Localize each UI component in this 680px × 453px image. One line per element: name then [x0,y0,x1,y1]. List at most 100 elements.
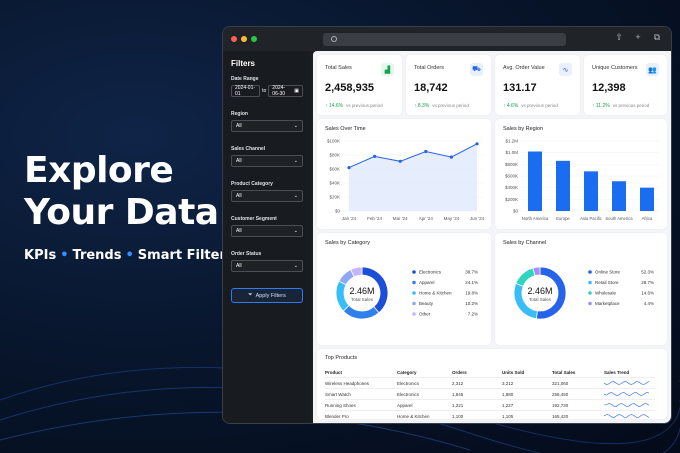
sparkline-path [604,403,650,407]
sales-by-category-card: Sales by Category 2.46M Total Sales Electr… [317,233,491,345]
order-status-value: All [236,263,242,269]
sparkline-path [604,381,650,385]
table-cell: Running Shoes [325,402,356,408]
users-icon: 👥 [646,63,659,76]
product-category-label: Product Category [231,181,273,187]
minimize-button[interactable] [241,36,247,42]
legend-value: 10.2% [465,301,478,306]
customer-segment-value: All [236,228,242,234]
legend-value: 38.7% [465,270,478,275]
date-end-input[interactable]: 2024-06-30 ▣ [268,85,303,97]
kpi-change-value: 14.6% [328,103,344,109]
filters-sidebar: Filters Date Range 2024-01-01 to 2024-06… [223,51,311,423]
kpi-title: Total Orders [414,65,444,71]
region-label: Region [231,111,248,117]
table-row[interactable]: Smart Watch Electronics 1,845 1,880 258,450 [325,389,655,400]
sales-by-channel-card: Sales by Channel 2.46M Total Sales Online … [495,233,667,345]
region-select[interactable]: All ⌄ [231,120,303,132]
column-header[interactable]: Category [397,370,452,375]
table-cell: 1,880 [502,391,514,397]
close-button[interactable] [231,36,237,42]
table-cell: 321,060 [552,380,569,386]
kpi-change-value: 11.2% [595,103,610,109]
y-tick-label: $1.0M [505,150,518,155]
table-row[interactable]: Blender Pro Home & Kitchen 1,100 1,105 165,4… [325,411,655,422]
cart-icon: ⛟ [470,63,483,76]
y-tick-label: $80K [329,153,340,158]
legend-swatch [588,280,592,285]
kpi-value: 131.17 [503,82,537,94]
table-cell: 1,845 [452,391,464,397]
hero-tag: Trends [72,248,122,263]
date-to-label: to [262,88,267,94]
table-row[interactable]: Skincare SetBeauty96596598,765 [325,422,655,423]
x-tick-label: Asia Pacific [580,216,602,221]
legend-label: Other [419,312,431,317]
table-cell: Electronics [397,391,420,397]
share-icon[interactable]: ⇧ [615,33,623,42]
table-cell: 1,105 [502,413,514,419]
kpi-value: 18,742 [414,82,448,94]
date-start-input[interactable]: 2024-01-01 [231,85,261,97]
column-header[interactable]: Orders [452,370,502,375]
legend-label: Beauty [419,301,434,306]
filters-title: Filters [231,59,256,68]
bar [584,171,598,211]
data-point [449,155,453,159]
y-tick-label: $20K [329,195,340,200]
table-cell: 165,420 [552,413,569,419]
kpi-title: Avg. Order Value [503,65,545,71]
apply-filters-button[interactable]: ⏷ Apply Filters [231,288,303,303]
address-bar[interactable] [323,33,566,46]
table-row[interactable]: Wireless Headphones Electronics 2,312 3,212… [325,378,655,389]
tabs-overview-icon[interactable]: ⧉ [653,33,661,42]
legend-label: Home & Kitchen [419,291,452,296]
column-header[interactable]: Sales Trend [604,370,654,375]
hero-tag: Smart Filters [137,248,234,263]
y-tick-label: $1.2M [505,139,518,144]
maximize-button[interactable] [251,36,257,42]
kpi-change: ↑ 14.6% vs previous period [325,103,383,109]
order-status-select[interactable]: All ⌄ [231,260,303,272]
browser-window: ⇧ + ⧉ Filters Date Range 2024-01-01 to 2… [222,26,672,424]
sales-over-time-card: Sales Over Time $0 $20K $40K $60K $80K $100K J… [317,119,491,229]
hero-tag: KPIs [24,248,57,263]
y-tick-label: $600K [505,174,518,179]
column-header[interactable]: Units Sold [502,370,552,375]
product-category-select[interactable]: All ⌄ [231,190,303,202]
table-cell: Wireless Headphones [325,380,370,386]
table-cell: Smart Watch [325,391,351,397]
table-cell: Electronics [397,380,420,386]
sales-channel-select[interactable]: All ⌄ [231,155,303,167]
column-header[interactable]: Product [325,370,397,375]
new-tab-icon[interactable]: + [634,33,642,42]
chevron-down-icon: ⌄ [293,158,298,164]
chevron-down-icon: ⌄ [293,263,298,269]
hero-tags: KPIs • Trends • Smart Filters [24,248,234,263]
donut-center-value: 2.46M [527,286,552,296]
sparkline-path [604,392,650,396]
legend-value: 7.2% [468,312,478,317]
x-tick-label: Europe [556,216,570,221]
bar [612,181,626,211]
chart-up-icon: ▟ [381,63,394,76]
data-point [347,166,351,170]
kpi-change-value: 8.3% [417,103,430,109]
kpi-change: ↑ 4.6% vs previous period [503,103,558,109]
kpi-card-total-orders: Total Orders 18,742 ↑ 8.3% vs previous pe… [406,55,491,115]
customer-segment-select[interactable]: All ⌄ [231,225,303,237]
column-header[interactable]: Total Sales [552,370,604,375]
data-point [398,159,402,163]
x-tick-label: Apr '24 [419,216,434,221]
legend-swatch [412,280,416,285]
legend-value: 28.7% [641,280,654,285]
table-cell: 1,221 [452,402,464,408]
sales-over-time-chart: $0 $20K $40K $60K $80K $100K Jan '24 Feb '24 Mar… [327,139,485,222]
kpi-change: ↑ 8.3% vs previous period [414,103,469,109]
table-row[interactable]: Running Shoes Apparel 1,221 1,227 192,730 [325,400,655,411]
dot-separator: • [125,248,134,263]
table-cell: Apparel [397,402,413,408]
y-tick-label: $100K [327,139,340,144]
donut-center-label: Total Sales [351,297,374,302]
kpi-vs-label: vs previous period [612,103,650,108]
